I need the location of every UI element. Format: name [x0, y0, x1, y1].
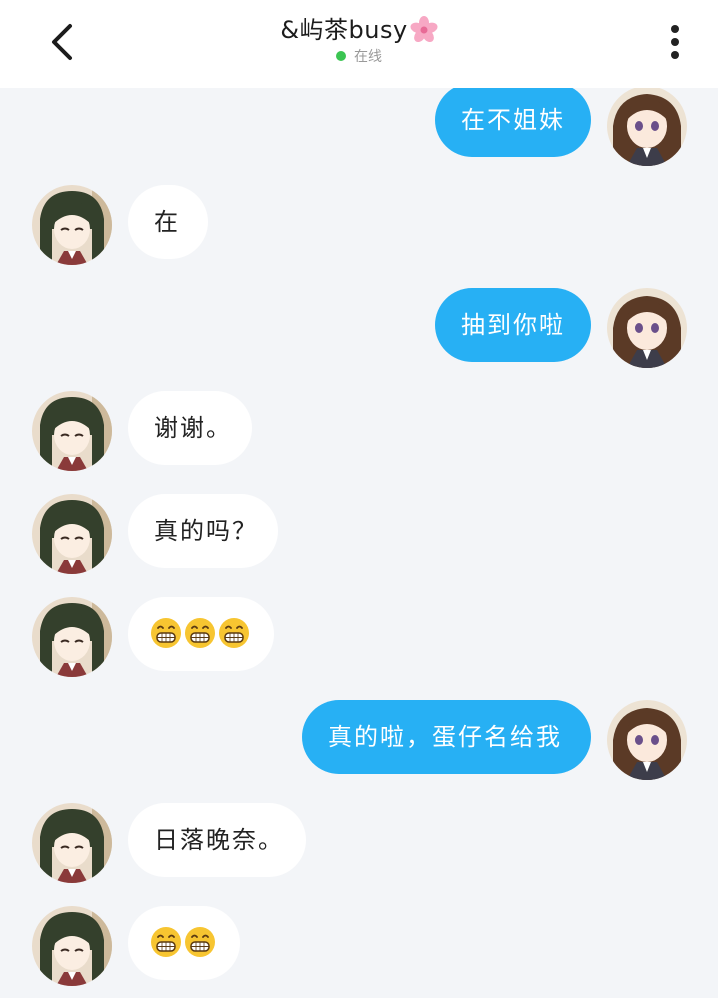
contact-avatar-image	[32, 185, 112, 265]
contact-avatar[interactable]	[32, 597, 112, 677]
contact-avatar-image	[32, 494, 112, 574]
contact-avatar-image	[32, 906, 112, 986]
message-bubble-out[interactable]: 在不姐妹	[435, 83, 591, 157]
more-vertical-icon	[671, 25, 679, 59]
back-arrow-icon	[52, 24, 72, 60]
message-text: 谢谢。	[154, 414, 232, 442]
message-bubble-out[interactable]: 真的啦，蛋仔名给我	[302, 700, 591, 774]
grinning-face-emoji	[185, 618, 215, 648]
contact-avatar-image	[32, 597, 112, 677]
message-bubble-in[interactable]	[128, 906, 240, 980]
my-avatar-image	[607, 288, 687, 368]
my-avatar[interactable]	[607, 700, 687, 780]
message-text: 真的啦，蛋仔名给我	[328, 723, 562, 751]
message-text: 抽到你啦	[461, 311, 565, 339]
message-row-out: 抽到你啦	[0, 288, 718, 368]
grinning-face-emoji	[151, 927, 181, 957]
message-bubble-in[interactable]: 在	[128, 185, 208, 259]
message-bubble-out[interactable]: 抽到你啦	[435, 288, 591, 362]
message-bubble-in[interactable]: 真的吗？	[128, 494, 278, 568]
cherry-blossom-icon	[410, 16, 438, 43]
contact-avatar-image	[32, 803, 112, 883]
contact-avatar[interactable]	[32, 803, 112, 883]
message-row-in: 日落晚奈。	[0, 803, 718, 883]
more-options-button[interactable]	[655, 18, 695, 66]
message-row-in	[0, 906, 718, 986]
message-row-in: 真的吗？	[0, 494, 718, 574]
my-avatar-image	[607, 700, 687, 780]
message-bubble-in[interactable]	[128, 597, 274, 671]
message-text: 日落晚奈。	[154, 826, 284, 854]
message-text: 真的吗？	[154, 517, 258, 545]
chat-screen: &屿茶busy 在线 在不姐妹 在 抽到你啦 谢谢。 真的吗？ 真的啦，蛋仔名给…	[0, 0, 718, 998]
message-text: 在不姐妹	[461, 106, 565, 134]
contact-avatar[interactable]	[32, 391, 112, 471]
message-row-in: 谢谢。	[0, 391, 718, 471]
title-area: &屿茶busy 在线	[159, 14, 559, 66]
back-button[interactable]	[40, 18, 88, 66]
contact-name-row: &屿茶busy	[159, 14, 559, 46]
online-status: 在线	[354, 49, 382, 65]
message-text: 在	[154, 208, 180, 236]
contact-avatar[interactable]	[32, 494, 112, 574]
contact-avatar[interactable]	[32, 906, 112, 986]
message-row-in	[0, 597, 718, 677]
online-dot-icon	[336, 51, 346, 61]
my-avatar[interactable]	[607, 86, 687, 166]
my-avatar-image	[607, 86, 687, 166]
contact-avatar-image	[32, 391, 112, 471]
message-row-in: 在	[0, 185, 718, 265]
message-bubble-in[interactable]: 日落晚奈。	[128, 803, 306, 877]
contact-name: &屿茶busy	[280, 16, 408, 44]
grinning-face-emoji	[219, 618, 249, 648]
message-bubble-in[interactable]: 谢谢。	[128, 391, 252, 465]
my-avatar[interactable]	[607, 288, 687, 368]
contact-avatar[interactable]	[32, 185, 112, 265]
grinning-face-emoji	[185, 927, 215, 957]
message-row-out: 真的啦，蛋仔名给我	[0, 700, 718, 780]
grinning-face-emoji	[151, 618, 181, 648]
status-row: 在线	[159, 48, 559, 66]
chat-header: &屿茶busy 在线	[0, 0, 718, 88]
message-row-out: 在不姐妹	[0, 83, 718, 166]
